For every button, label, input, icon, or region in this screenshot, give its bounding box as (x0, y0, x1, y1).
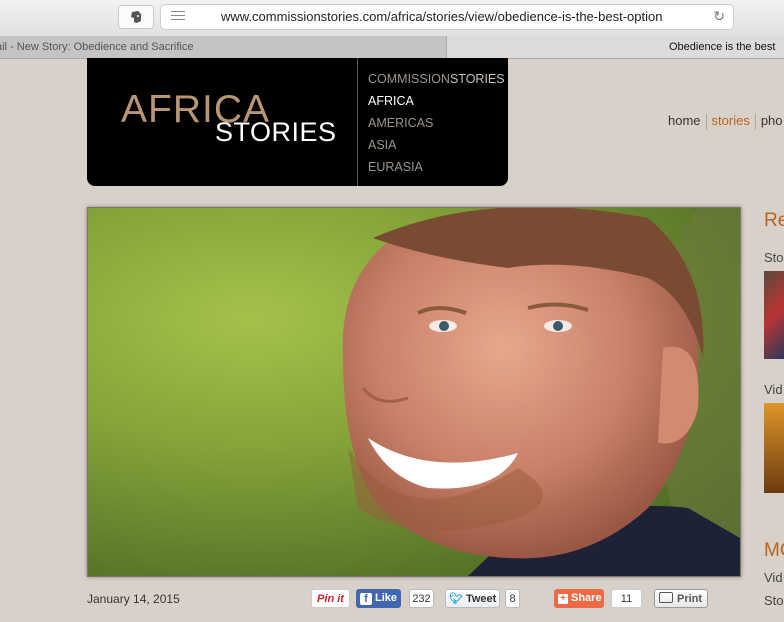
portrait-illustration (342, 208, 740, 576)
nav-divider (705, 113, 707, 130)
facebook-count: 232 (409, 589, 434, 608)
facebook-label: Like (375, 592, 398, 604)
share-button[interactable]: + Share (554, 589, 604, 608)
tab-label: ail - New Story: Obedience and Sacrifice (0, 41, 194, 53)
tweet-count: 8 (505, 589, 520, 608)
printer-icon (659, 592, 673, 603)
share-count: 11 (611, 589, 642, 608)
sidebar-link-stories[interactable]: Sto (764, 593, 784, 608)
region-africa[interactable]: AFRICA (368, 90, 505, 112)
sidebar-story-thumbnail[interactable] (764, 271, 784, 359)
sidebar-link-videos[interactable]: Vid (764, 570, 783, 585)
sidebar-subheading-stories: Sto (764, 250, 784, 265)
region-americas[interactable]: AMERICAS (368, 112, 505, 134)
facebook-icon: f (360, 593, 372, 605)
address-bar[interactable]: www.commissionstories.com/africa/stories… (160, 4, 734, 30)
tab-label: Obedience is the best (669, 41, 776, 53)
sidebar-heading-related: Re (764, 210, 784, 231)
region-eurasia[interactable]: EURASIA (368, 156, 505, 178)
print-label: Print (677, 593, 703, 605)
twitter-bird-icon: 🐦︎ (449, 593, 463, 605)
region-asia[interactable]: ASIA (368, 134, 505, 156)
article-date: January 14, 2015 (87, 592, 180, 606)
region-commission-stories[interactable]: COMMISSIONSTORIES (368, 68, 505, 90)
hero-photo (87, 207, 741, 577)
logo-stories[interactable]: STORIES (215, 117, 337, 148)
nav-photos[interactable]: pho (761, 113, 783, 128)
print-button[interactable]: Print (654, 589, 708, 608)
share-label: Share (571, 592, 602, 604)
tweet-label: Tweet (465, 593, 497, 605)
sidebar-heading-more: MC (764, 540, 784, 561)
tab-current[interactable]: Obedience is the best (447, 36, 784, 58)
region-label: STORIES (449, 72, 505, 86)
nav-home[interactable]: home (668, 113, 701, 128)
pinterest-button[interactable]: Pin it (311, 589, 350, 608)
tweet-button[interactable]: 🐦︎ Tweet (445, 589, 500, 608)
sidebar-video-thumbnail[interactable] (764, 403, 784, 493)
nav-stories[interactable]: stories (712, 113, 750, 128)
nav-divider (754, 113, 756, 130)
region-label: COMMISSION (368, 72, 450, 86)
reader-view-icon[interactable] (171, 11, 185, 22)
main-nav: home stories pho (668, 113, 783, 130)
site-header: AFRICA STORIES COMMISSIONSTORIES AFRICA … (87, 58, 508, 186)
reload-icon[interactable]: ↻ (713, 8, 725, 25)
header-divider (357, 58, 358, 186)
tab-bar: ail - New Story: Obedience and Sacrifice… (0, 36, 784, 59)
browser-toolbar: www.commissionstories.com/africa/stories… (0, 0, 784, 37)
evernote-extension-button[interactable] (118, 5, 154, 29)
facebook-like-button[interactable]: f Like (356, 589, 401, 608)
region-nav: COMMISSIONSTORIES AFRICA AMERICAS ASIA E… (368, 68, 505, 178)
plus-icon: + (558, 594, 568, 604)
tab-email[interactable]: ail - New Story: Obedience and Sacrifice (0, 36, 447, 58)
elephant-icon (131, 11, 141, 23)
sidebar-subheading-videos: Vid (764, 382, 783, 397)
url-text[interactable]: www.commissionstories.com/africa/stories… (221, 9, 673, 24)
